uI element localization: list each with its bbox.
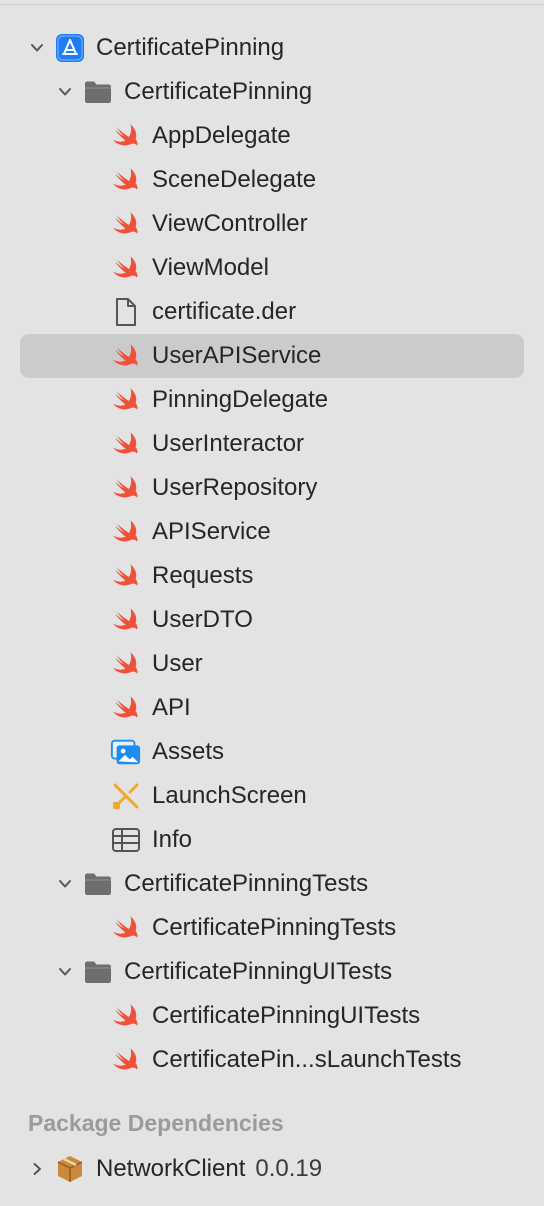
file-row-userdto[interactable]: UserDTO (0, 598, 544, 642)
xcode-project-icon (54, 32, 86, 64)
file-row-certificatepinningtests[interactable]: CertificatePinningTests (0, 906, 544, 950)
file-row-pinningdelegate[interactable]: PinningDelegate (0, 378, 544, 422)
chevron-right-icon[interactable] (28, 1160, 46, 1178)
file-row-api[interactable]: API (0, 686, 544, 730)
folder-label: CertificatePinning (124, 78, 313, 105)
swift-file-icon (110, 164, 142, 196)
chevron-down-icon[interactable] (56, 875, 74, 893)
swift-file-icon (110, 208, 142, 240)
file-row-assets[interactable]: Assets (0, 730, 544, 774)
file-label: CertificatePinningTests (152, 914, 397, 941)
file-label: ViewModel (152, 254, 269, 281)
plist-icon (110, 824, 142, 856)
swift-file-icon (110, 252, 142, 284)
file-row-user[interactable]: User (0, 642, 544, 686)
folder-icon (82, 76, 114, 108)
swift-file-icon (110, 648, 142, 680)
file-row-scenedelegate[interactable]: SceneDelegate (0, 158, 544, 202)
swift-file-icon (110, 340, 142, 372)
folder-label: CertificatePinningUITests (124, 958, 393, 985)
folder-row-certificatepinningtests[interactable]: CertificatePinningTests (0, 862, 544, 906)
asset-catalog-icon (110, 736, 142, 768)
project-name: CertificatePinning (96, 34, 285, 61)
swift-file-icon (110, 428, 142, 460)
file-label: AppDelegate (152, 122, 291, 149)
chevron-down-icon[interactable] (28, 39, 46, 57)
file-label: PinningDelegate (152, 386, 329, 413)
swift-file-icon (110, 516, 142, 548)
chevron-down-icon[interactable] (56, 83, 74, 101)
package-name: NetworkClient (96, 1155, 246, 1182)
swift-file-icon (110, 604, 142, 636)
folder-label: CertificatePinningTests (124, 870, 369, 897)
folder-row-certificatepinning[interactable]: CertificatePinning (0, 70, 544, 114)
file-label: Info (152, 826, 193, 853)
file-row-certificatepinninguitests[interactable]: CertificatePinningUITests (0, 994, 544, 1038)
package-row-networkclient[interactable]: NetworkClient 0.0.19 (0, 1147, 544, 1191)
swift-file-icon (110, 560, 142, 592)
file-label: APIService (152, 518, 271, 545)
file-row-userapiservice[interactable]: UserAPIService (0, 334, 544, 378)
file-row-apiservice[interactable]: APIService (0, 510, 544, 554)
swift-file-icon (110, 1044, 142, 1076)
file-label: Requests (152, 562, 254, 589)
file-row-viewmodel[interactable]: ViewModel (0, 246, 544, 290)
file-label: CertificatePinningUITests (152, 1002, 421, 1029)
project-navigator: CertificatePinning CertificatePinning App… (0, 26, 544, 1082)
swift-file-icon (110, 1000, 142, 1032)
swift-file-icon (110, 912, 142, 944)
file-label: CertificatePin...sLaunchTests (152, 1046, 462, 1073)
file-label: API (152, 694, 191, 721)
file-row-certificatepin-slaunchtests[interactable]: CertificatePin...sLaunchTests (0, 1038, 544, 1082)
file-label: UserAPIService (152, 342, 322, 369)
swift-file-icon (110, 692, 142, 724)
top-divider (0, 4, 544, 5)
swift-file-icon (110, 120, 142, 152)
folder-icon (82, 868, 114, 900)
package-icon (54, 1153, 86, 1185)
file-label: ViewController (152, 210, 308, 237)
project-row[interactable]: CertificatePinning (0, 26, 544, 70)
file-label: UserRepository (152, 474, 318, 501)
file-label: UserInteractor (152, 430, 305, 457)
chevron-down-icon[interactable] (56, 963, 74, 981)
package-dependencies-header: Package Dependencies (28, 1110, 284, 1136)
file-row-requests[interactable]: Requests (0, 554, 544, 598)
file-label: certificate.der (152, 298, 297, 325)
file-row-launchscreen[interactable]: LaunchScreen (0, 774, 544, 818)
file-label: LaunchScreen (152, 782, 307, 809)
document-icon (110, 296, 142, 328)
file-label: User (152, 650, 203, 677)
file-row-appdelegate[interactable]: AppDelegate (0, 114, 544, 158)
folder-icon (82, 956, 114, 988)
file-label: SceneDelegate (152, 166, 317, 193)
file-row-viewcontroller[interactable]: ViewController (0, 202, 544, 246)
package-version: 0.0.19 (255, 1155, 323, 1182)
file-row-userinteractor[interactable]: UserInteractor (0, 422, 544, 466)
file-label: Assets (152, 738, 225, 765)
file-row-userrepository[interactable]: UserRepository (0, 466, 544, 510)
swift-file-icon (110, 384, 142, 416)
file-row-certificate-der[interactable]: certificate.der (0, 290, 544, 334)
folder-row-certificatepinninguitests[interactable]: CertificatePinningUITests (0, 950, 544, 994)
swift-file-icon (110, 472, 142, 504)
file-row-info[interactable]: Info (0, 818, 544, 862)
storyboard-icon (110, 780, 142, 812)
file-label: UserDTO (152, 606, 253, 633)
